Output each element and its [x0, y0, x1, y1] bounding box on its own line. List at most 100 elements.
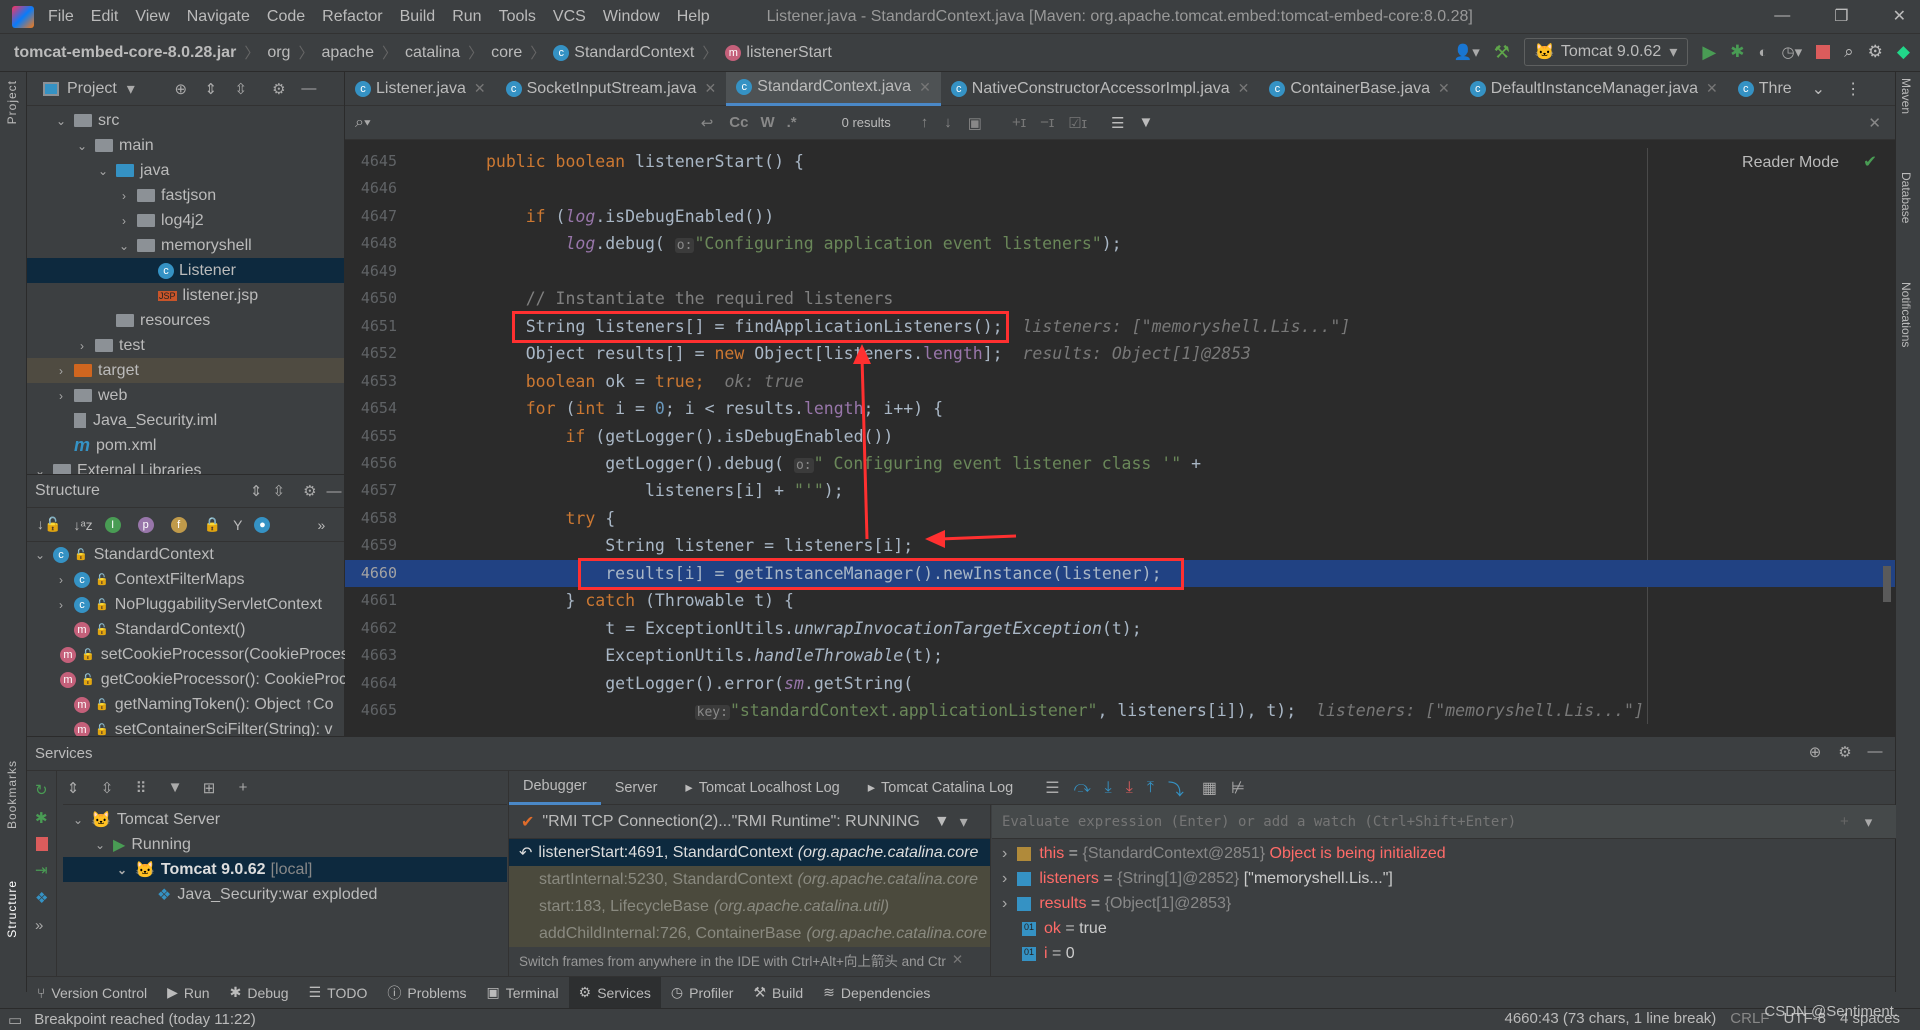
collapse-all-icon[interactable]: ⇳: [97, 779, 117, 797]
more-icon[interactable]: »: [317, 517, 325, 533]
debugger-tab[interactable]: Server: [601, 771, 672, 805]
lambdas-icon[interactable]: Y: [233, 517, 242, 533]
stack-frame[interactable]: ↶ listenerStart:4691, StandardContext (org…: [509, 839, 990, 866]
stack-frame[interactable]: start:183, LifecycleBase (org.apache.cata…: [509, 893, 990, 920]
more-icon[interactable]: »: [35, 917, 48, 934]
run-configuration-select[interactable]: 🐱 Tomcat 9.0.62 ▾: [1523, 38, 1689, 66]
service-item[interactable]: ⌄ ▶ Running: [63, 832, 507, 857]
build-hammer-icon[interactable]: ⚒: [1494, 42, 1510, 63]
menu-window[interactable]: Window: [603, 8, 660, 26]
variable-row[interactable]: › this = {StandardContext@2851} Object is…: [992, 841, 1896, 866]
close-icon[interactable]: ✕: [952, 952, 963, 968]
structure-item[interactable]: › c 🔓 NoPluggabilityServletContext: [27, 592, 344, 617]
maven-tool-button[interactable]: Maven: [1899, 78, 1913, 114]
run-to-cursor-icon[interactable]: ⤵: [1168, 776, 1184, 800]
filter-icon[interactable]: ▼: [165, 779, 185, 796]
tool-tab-build[interactable]: ⚒ Build: [743, 977, 813, 1009]
profiler-icon[interactable]: ◷▾: [1782, 43, 1803, 61]
locate-icon[interactable]: ⊕: [1805, 743, 1825, 761]
chevron-down-icon[interactable]: ▾: [960, 812, 968, 832]
trace-icon[interactable]: ⊭: [1231, 778, 1245, 798]
structure-tool-button[interactable]: Structure: [5, 880, 19, 938]
project-title[interactable]: Project: [67, 80, 117, 98]
layout-icon[interactable]: ☰: [1045, 778, 1059, 798]
settings-gear-icon[interactable]: ⚙: [303, 482, 316, 500]
tool-tab-debug[interactable]: ✱ Debug: [220, 977, 299, 1009]
project-tree-item[interactable]: m pom.xml: [27, 433, 344, 458]
debugger-tab[interactable]: ▸ Tomcat Catalina Log: [854, 771, 1027, 805]
chevron-down-icon[interactable]: ⌄: [96, 164, 110, 178]
structure-item[interactable]: m 🔓 StandardContext(): [27, 617, 344, 642]
expand-all-icon[interactable]: ⇕: [63, 779, 83, 797]
menu-view[interactable]: View: [135, 8, 169, 26]
chevron-right-icon[interactable]: ›: [54, 364, 68, 378]
chevron-right-icon[interactable]: ›: [1002, 895, 1007, 913]
editor-scrollbar-thumb[interactable]: [1883, 566, 1891, 602]
menu-vcs[interactable]: VCS: [553, 8, 586, 26]
hide-icon[interactable]: —: [1865, 743, 1885, 760]
reader-mode-button[interactable]: Reader Mode: [1742, 154, 1839, 172]
chevron-down-icon[interactable]: ⌄: [93, 838, 107, 852]
chevron-down-icon[interactable]: ⌄: [71, 813, 85, 827]
breadcrumb-item[interactable]: apache: [321, 44, 374, 62]
tool-tab-profiler[interactable]: ◷ Profiler: [661, 977, 744, 1009]
collapse-all-icon[interactable]: ⇳: [273, 482, 286, 500]
chevron-down-icon[interactable]: ▾: [127, 79, 135, 99]
step-into-icon[interactable]: ⤓: [1105, 779, 1112, 797]
breadcrumb-item[interactable]: StandardContext: [574, 44, 694, 62]
expand-all-icon[interactable]: ⇕: [201, 80, 221, 98]
chevron-right-icon[interactable]: ›: [54, 573, 68, 587]
settings-gear-icon[interactable]: ⚙: [1835, 743, 1855, 761]
project-tree-item[interactable]: Java_Security.iml: [27, 408, 344, 433]
structure-item[interactable]: m 🔓 getNamingToken(): Object ↑Co: [27, 692, 344, 717]
menu-edit[interactable]: Edit: [91, 8, 119, 26]
project-tree-item[interactable]: › web: [27, 383, 344, 408]
service-item[interactable]: ❖ Java_Security:war exploded: [63, 882, 507, 907]
properties-icon[interactable]: p: [137, 516, 154, 533]
tool-tab-dependencies[interactable]: ≋ Dependencies: [813, 977, 940, 1009]
coverage-icon[interactable]: ◐: [1758, 44, 1767, 61]
project-tree-item[interactable]: ⌄ java: [27, 158, 344, 183]
new-tab-icon[interactable]: ⊞: [199, 779, 219, 797]
structure-item[interactable]: m 🔓 setCookieProcessor(CookieProcessor: [27, 642, 371, 667]
thread-selector[interactable]: ✔ "RMI TCP Connection(2)..."RMI Runtime"…: [509, 805, 990, 839]
structure-item[interactable]: ⌄ c 🔓 StandardContext: [27, 542, 344, 567]
project-tool-button[interactable]: Project: [5, 80, 19, 124]
menu-code[interactable]: Code: [267, 8, 305, 26]
service-item[interactable]: ⌄ 🐱 Tomcat 9.0.62 [local]: [63, 857, 507, 882]
chevron-down-icon[interactable]: ⌄: [33, 548, 47, 562]
project-tree-item[interactable]: ⌄ src: [27, 108, 344, 133]
project-tree-item[interactable]: › test: [27, 333, 344, 358]
anonymous-classes-icon[interactable]: ●: [254, 516, 271, 533]
chevron-down-icon[interactable]: ⌄: [54, 114, 68, 128]
user-icon[interactable]: 👤▾: [1454, 43, 1480, 61]
run-icon[interactable]: ▶: [1702, 42, 1716, 63]
restore-icon[interactable]: ❐: [1834, 6, 1848, 26]
notifications-tool-button[interactable]: Notifications: [1899, 282, 1913, 347]
inherited-icon[interactable]: I: [104, 516, 121, 533]
stop-icon[interactable]: [1816, 45, 1831, 59]
sort-alpha-icon[interactable]: ↓ᵃz: [73, 517, 92, 533]
chevron-down-icon[interactable]: ▾: [1865, 813, 1873, 831]
structure-item[interactable]: m 🔓 getCookieProcessor(): CookieProcessor: [27, 667, 386, 692]
force-step-into-icon[interactable]: ⤓: [1126, 779, 1133, 797]
menu-refactor[interactable]: Refactor: [322, 8, 382, 26]
search-icon[interactable]: ⌕: [1844, 42, 1854, 62]
close-icon[interactable]: ✕: [1893, 6, 1906, 26]
update-icon[interactable]: ❖: [35, 889, 48, 907]
tool-tab-terminal[interactable]: ▣ Terminal: [477, 977, 569, 1009]
menu-run[interactable]: Run: [452, 8, 481, 26]
project-tree-item[interactable]: resources: [27, 308, 344, 333]
project-tree-item[interactable]: › log4j2: [27, 208, 344, 233]
locate-icon[interactable]: ⊕: [171, 80, 191, 98]
minimize-icon[interactable]: —: [1774, 7, 1790, 25]
breadcrumb-item[interactable]: catalina: [405, 44, 460, 62]
tool-tab-todo[interactable]: ☰ TODO: [299, 977, 378, 1009]
add-service-icon[interactable]: +: [233, 779, 253, 796]
settings-gear-icon[interactable]: ⚙: [269, 80, 289, 98]
fields-icon[interactable]: f: [170, 516, 187, 533]
project-tree-item[interactable]: c Listener: [27, 258, 344, 283]
group-by-icon[interactable]: ⠿: [131, 779, 151, 797]
add-watch-icon[interactable]: +: [1840, 813, 1849, 830]
step-over-icon[interactable]: ⤼: [1074, 779, 1091, 797]
